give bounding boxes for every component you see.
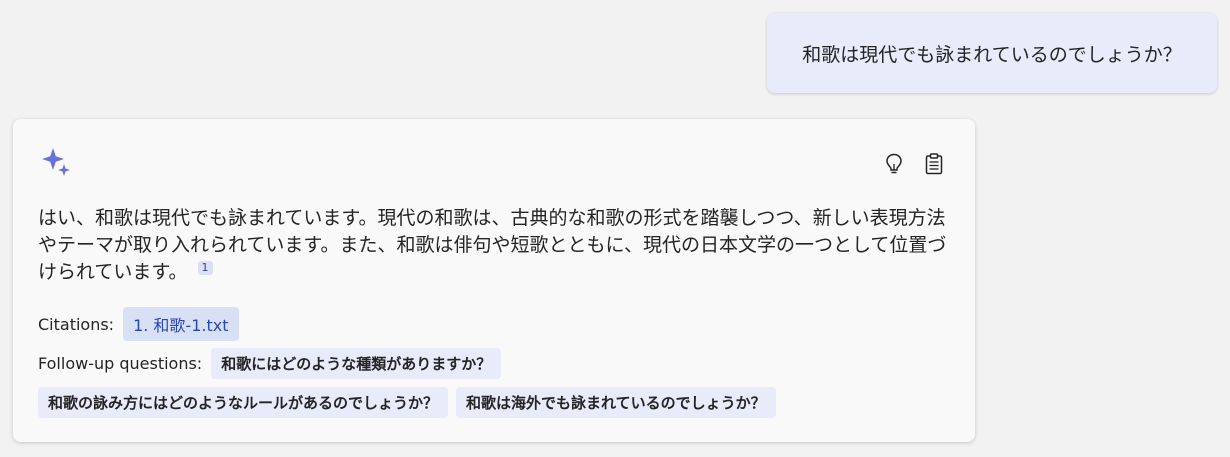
answer-body: はい、和歌は現代でも詠まれています。現代の和歌は、古典的な和歌の形式を踏襲しつつ… bbox=[38, 207, 947, 283]
user-message-text: 和歌は現代でも詠まれているのでしょうか？ bbox=[802, 43, 1182, 66]
followup-row: 和歌の詠み方にはどのようなルールがあるのでしょうか？ 和歌は海外でも詠まれている… bbox=[38, 387, 776, 418]
clipboard-icon bbox=[925, 153, 943, 175]
citations-label: Citations: bbox=[38, 314, 115, 334]
sparkle-icon bbox=[42, 148, 70, 176]
show-thought-process-button[interactable] bbox=[883, 152, 905, 176]
user-message-bubble: 和歌は現代でも詠まれているのでしょうか？ bbox=[767, 13, 1217, 93]
answer-card: はい、和歌は現代でも詠まれています。現代の和歌は、古典的な和歌の形式を踏襲しつつ… bbox=[13, 119, 975, 442]
followup-label: Follow-up questions: bbox=[38, 354, 203, 373]
show-supporting-content-button[interactable] bbox=[923, 152, 945, 176]
citation-link[interactable]: 1. 和歌-1.txt bbox=[123, 307, 239, 341]
followup-question[interactable]: 和歌にはどのような種類がありますか？ bbox=[211, 348, 502, 379]
citation-marker[interactable]: 1 bbox=[197, 261, 213, 275]
followup-question[interactable]: 和歌は海外でも詠まれているのでしょうか？ bbox=[456, 387, 776, 418]
citations-row: Citations: 1. 和歌-1.txt bbox=[38, 307, 239, 341]
lightbulb-icon bbox=[886, 153, 902, 174]
followup-row: Follow-up questions: 和歌にはどのような種類がありますか？ bbox=[38, 348, 502, 379]
followup-question[interactable]: 和歌の詠み方にはどのようなルールがあるのでしょうか？ bbox=[38, 387, 449, 418]
answer-text: はい、和歌は現代でも詠まれています。現代の和歌は、古典的な和歌の形式を踏襲しつつ… bbox=[38, 205, 948, 286]
answer-actions bbox=[883, 152, 945, 176]
